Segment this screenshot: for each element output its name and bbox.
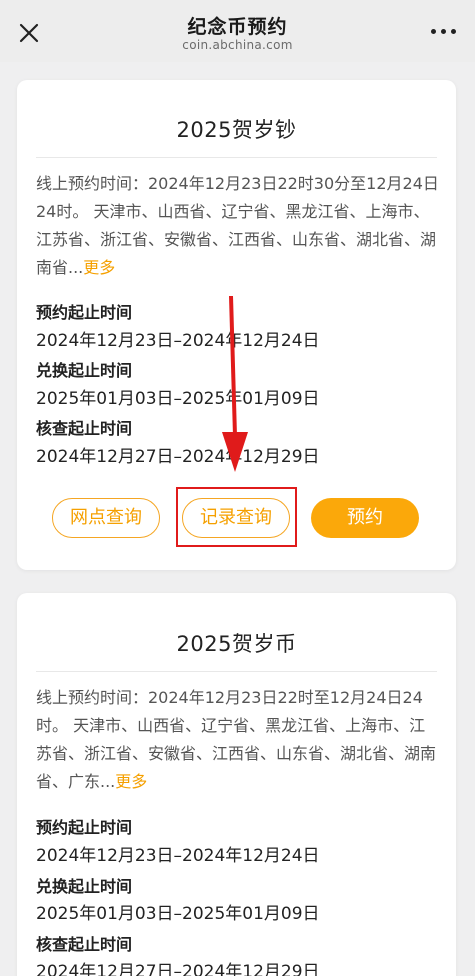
annotation-highlight-box [176,487,297,547]
card-description: 线上预约时间：2024年12月23日22时30分至12月24日24时。 天津市、… [36,170,440,282]
coin-card-coin: 2025贺岁币 线上预约时间：2024年12月23日22时至12月24日24时。… [17,593,456,976]
reserve-period-label: 预约起止时间 [36,818,133,837]
annotation-arrow-icon [222,296,248,472]
card-title: 2025贺岁钞 [176,118,297,142]
page-title: 纪念币预约 [187,16,288,38]
more-dots-icon[interactable] [431,26,457,38]
exchange-period-value: 2025年01月03日–2025年01月09日 [36,904,320,924]
more-link[interactable]: 更多 [83,258,115,277]
reserve-period-value: 2024年12月23日–2024年12月24日 [36,331,320,351]
check-period-value: 2024年12月27日–2024年12月29日 [36,447,320,467]
check-period-value: 2024年12月27日–2024年12月29日 [36,962,320,976]
outlet-query-button[interactable]: 网点查询 [52,498,160,538]
card-divider [36,671,437,672]
exchange-period-label: 兑换起止时间 [36,361,133,380]
reserve-button[interactable]: 预约 [311,498,419,538]
card-description: 线上预约时间：2024年12月23日22时至12月24日24时。 天津市、山西省… [36,684,440,796]
nav-bar: 纪念币预约 coin.abchina.com [0,0,475,62]
card-title: 2025贺岁币 [176,632,297,656]
more-link[interactable]: 更多 [115,772,147,791]
exchange-period-value: 2025年01月03日–2025年01月09日 [36,389,320,409]
reserve-period-label: 预约起止时间 [36,303,133,322]
page-domain: coin.abchina.com [182,38,293,52]
exchange-period-label: 兑换起止时间 [36,877,133,896]
check-period-label: 核查起止时间 [36,419,133,438]
check-period-label: 核查起止时间 [36,935,133,954]
reserve-period-value: 2024年12月23日–2024年12月24日 [36,846,320,866]
card-divider [36,157,437,158]
card-description-text: 线上预约时间：2024年12月23日22时至12月24日24时。 天津市、山西省… [36,688,437,791]
